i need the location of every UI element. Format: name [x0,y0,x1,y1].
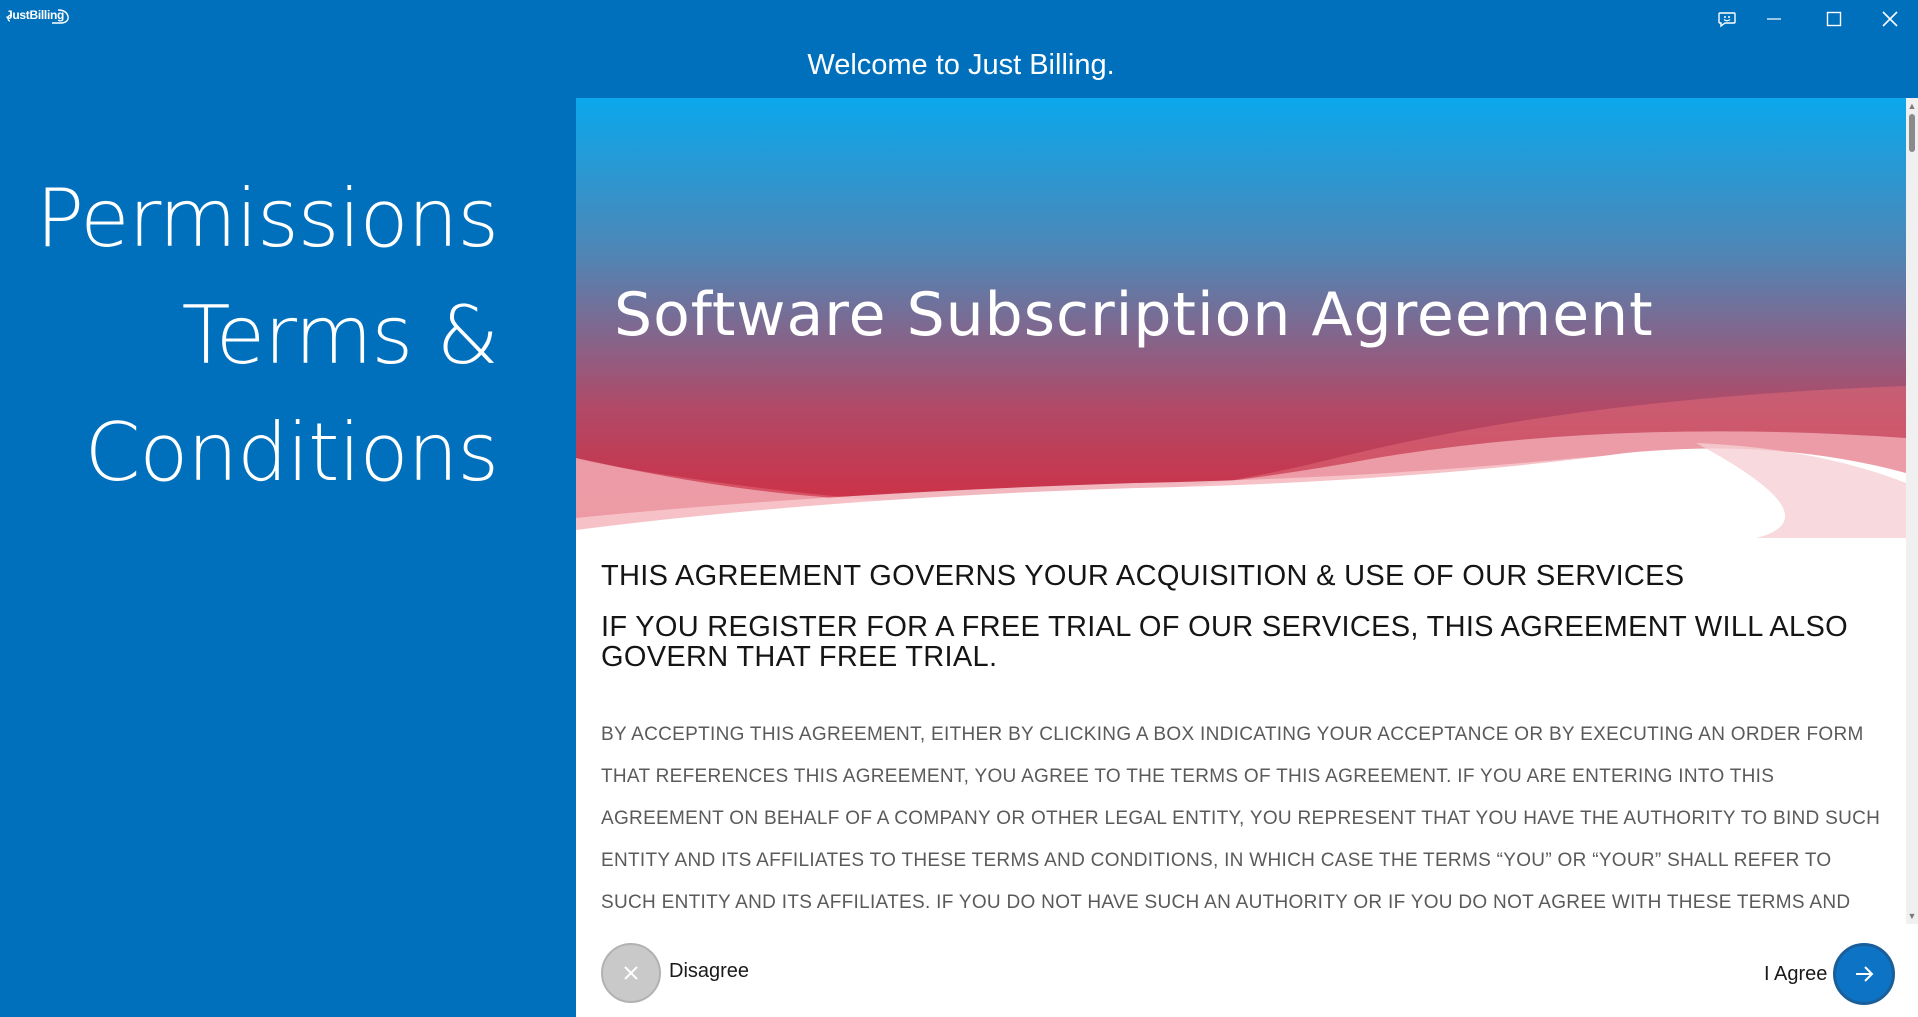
agreement-heading-2: IF YOU REGISTER FOR A FREE TRIAL OF OUR … [601,611,1848,673]
scrollbar-thumb[interactable] [1909,114,1915,152]
minimize-icon [1767,18,1781,20]
maximize-button[interactable] [1818,6,1850,32]
close-button[interactable] [1874,6,1906,32]
maximize-icon [1826,11,1842,27]
agreement-heading-1: THIS AGREEMENT GOVERNS YOUR ACQUISITION … [601,560,1685,592]
agreement-hero-banner: Software Subscription Agreement [576,98,1906,538]
close-x-icon [624,966,638,980]
scroll-up-arrow-icon[interactable]: ▲ [1907,100,1917,112]
welcome-text: Welcome to Just Billing. [807,49,1115,81]
title-bar: JustBilling [0,0,1918,40]
feedback-button[interactable] [1711,6,1743,32]
disagree-label[interactable]: Disagree [669,960,749,983]
feedback-smiley-icon [1718,12,1736,28]
agreement-panel: Software Subscription Agreement THIS AGR… [576,98,1918,1017]
welcome-heading: Welcome to Just Billing. [0,49,1918,82]
page-title-line-1: Permissions [35,172,499,265]
agreement-title: Software Subscription Agreement [614,280,1654,350]
scroll-down-arrow-icon[interactable]: ▼ [1907,910,1917,922]
app-logo: JustBilling [6,8,69,24]
agreement-body-text: BY ACCEPTING THIS AGREEMENT, EITHER BY C… [601,724,1881,913]
close-icon [1882,11,1898,27]
page-title-line-2: Terms & [181,289,499,382]
agree-label[interactable]: I Agree [1764,963,1827,986]
agreement-content: THIS AGREEMENT GOVERNS YOUR ACQUISITION … [601,558,1881,924]
disagree-button[interactable] [601,943,661,1003]
page-title: Permissions Terms & Conditions [0,160,499,511]
app-logo-text: JustBilling [6,8,65,22]
agree-button[interactable] [1833,943,1895,1005]
minimize-button[interactable] [1758,6,1790,32]
agreement-scrollbar[interactable]: ▲ ▼ [1906,98,1918,924]
arrow-right-icon [1856,966,1874,982]
page-title-line-3: Conditions [84,406,499,499]
